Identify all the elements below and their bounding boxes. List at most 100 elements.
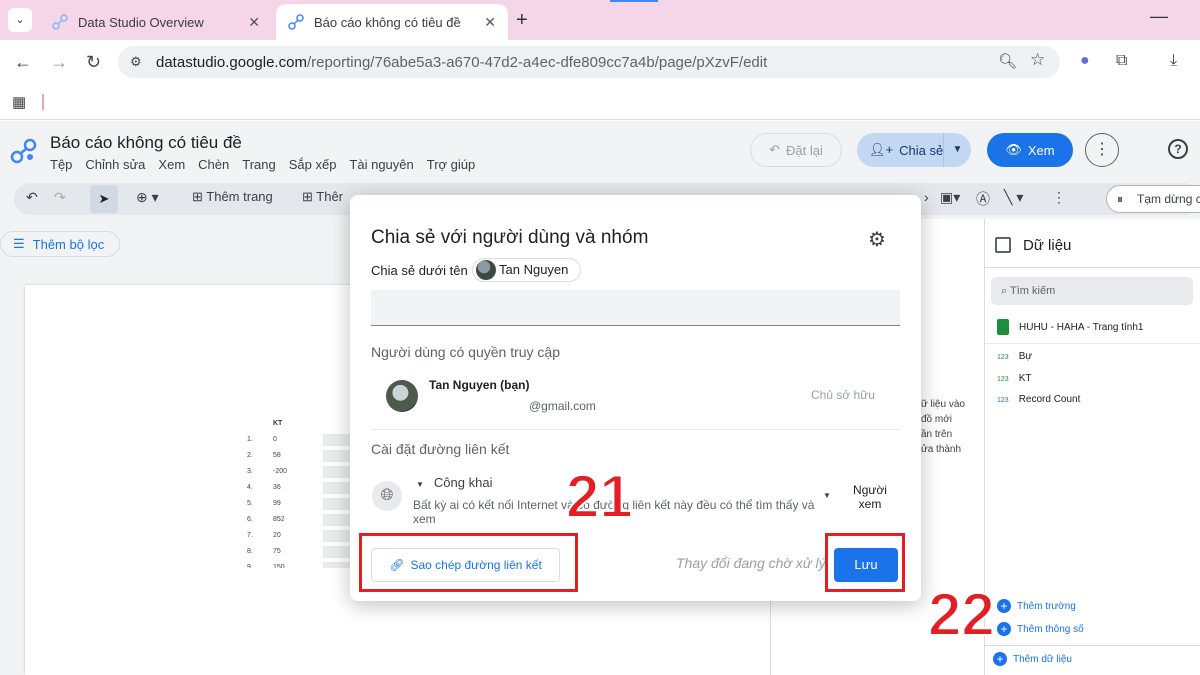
- extensions-puzzle-icon[interactable]: ⧉: [1116, 52, 1127, 70]
- data-panel-title: Dữ liệu: [1023, 237, 1072, 254]
- url-text[interactable]: datastudio.google.com/reporting/76abe5a3…: [156, 54, 767, 71]
- reload-icon[interactable]: ↻: [86, 52, 101, 73]
- extension-icon[interactable]: ●: [1080, 52, 1090, 70]
- data-source-item[interactable]: HUHU - HAHA - Trang tính1: [997, 319, 1143, 335]
- field-item[interactable]: 123 Bự: [997, 351, 1032, 362]
- zoom-icon[interactable]: 🔍︎: [998, 52, 1017, 70]
- chevron-down-icon[interactable]: ▼: [823, 491, 831, 500]
- link-settings-heading: Cài đặt đường liên kết: [371, 441, 510, 457]
- plus-icon: +: [997, 622, 1011, 636]
- menu-view[interactable]: Xem: [158, 157, 185, 172]
- add-field-button[interactable]: + Thêm trường: [997, 599, 1076, 613]
- text-tool-icon[interactable]: Ⓐ: [976, 189, 990, 209]
- tab-search-button[interactable]: ⌄: [8, 8, 32, 32]
- menu-file[interactable]: Tệp: [50, 157, 72, 172]
- filter-icon: ☰: [13, 236, 25, 251]
- highlight-save: [825, 533, 905, 592]
- share-button[interactable]: 👤︎+ Chia sẻ ▼: [857, 133, 971, 167]
- help-icon[interactable]: ?: [1168, 139, 1188, 159]
- forward-icon[interactable]: →: [50, 52, 68, 73]
- line-tool-icon[interactable]: ╲ ▾: [1004, 189, 1023, 206]
- minimize-button[interactable]: —: [1150, 6, 1168, 27]
- tab-report[interactable]: Báo cáo không có tiêu đề ✕: [276, 4, 508, 40]
- avatar: [386, 380, 418, 412]
- bookmark-star-icon[interactable]: ☆: [1030, 50, 1045, 70]
- data-studio-logo-icon: [10, 138, 37, 164]
- plus-icon: +: [997, 599, 1011, 613]
- site-info-icon[interactable]: ⚙: [130, 54, 142, 70]
- chevron-right-icon[interactable]: ›: [924, 189, 929, 205]
- download-icon[interactable]: ⤓: [1170, 52, 1177, 70]
- omnibox[interactable]: ⚙ datastudio.google.com/reporting/76abe5…: [118, 46, 1060, 78]
- tab-accent-line: [610, 0, 658, 2]
- bookmarks-bar: ▦: [0, 84, 1200, 120]
- select-tool-icon[interactable]: ➤: [90, 185, 118, 213]
- pause-updates-button[interactable]: ⏸ Tạm dừng c: [1106, 185, 1200, 213]
- link-access-dropdown[interactable]: ▼ Công khai: [416, 475, 492, 490]
- access-heading: Người dùng có quyền truy cập: [371, 344, 560, 360]
- gear-icon[interactable]: ⚙: [868, 227, 886, 252]
- table-header: KT: [273, 420, 283, 427]
- menu-edit[interactable]: Chỉnh sửa: [85, 157, 145, 172]
- tab-data-studio-overview[interactable]: Data Studio Overview ✕: [40, 4, 272, 40]
- menu-bar: Tệp Chỉnh sửa Xem Chèn Trang Sắp xếp Tài…: [50, 157, 475, 172]
- redo-icon[interactable]: ↷: [54, 189, 66, 206]
- add-data-button[interactable]: + Thêm dữ liệu: [993, 652, 1072, 666]
- menu-help[interactable]: Trợ giúp: [427, 157, 476, 172]
- data-panel-icon: [995, 237, 1011, 253]
- dialog-title: Chia sẻ với người dùng và nhóm: [371, 227, 649, 248]
- close-icon[interactable]: ✕: [484, 14, 496, 31]
- tab-label: Báo cáo không có tiêu đề: [314, 14, 461, 30]
- undo-icon[interactable]: ↶: [26, 189, 38, 206]
- user-email: @gmail.com: [529, 399, 596, 413]
- tab-label: Data Studio Overview: [78, 14, 204, 30]
- data-studio-icon: [288, 14, 304, 30]
- data-studio-icon: [52, 14, 68, 30]
- add-people-input[interactable]: [371, 290, 900, 326]
- menu-resource[interactable]: Tài nguyên: [349, 157, 413, 172]
- data-panel: Dữ liệu ⌕ Tìm kiếm HUHU - HAHA - Trang t…: [984, 219, 1200, 675]
- new-tab-button[interactable]: +: [516, 8, 528, 32]
- properties-hint-text: ữ liệu vào đồ mới ần trên ửa thành: [921, 399, 965, 455]
- field-item[interactable]: 123 KT: [997, 373, 1031, 384]
- menu-page[interactable]: Trang: [242, 157, 275, 172]
- field-search-input[interactable]: ⌕ Tìm kiếm: [991, 277, 1193, 305]
- apps-grid-icon[interactable]: ▦: [12, 93, 26, 111]
- share-as-chip[interactable]: Tan Nguyen: [472, 258, 582, 282]
- pending-changes-text: Thay đổi đang chờ xử lý: [676, 555, 826, 571]
- link-role-dropdown[interactable]: Người xem: [848, 483, 892, 511]
- plus-icon: +: [993, 652, 1007, 666]
- chevron-down-icon: ▼: [416, 480, 424, 489]
- add-parameter-button[interactable]: + Thêm thông số: [997, 622, 1084, 636]
- globe-icon: 🌐︎: [372, 481, 402, 511]
- highlight-copy-link: [359, 533, 578, 592]
- user-role: Chủ sở hữu: [811, 388, 875, 402]
- pause-icon: ⏸: [1117, 192, 1124, 206]
- share-as-label: Chia sẻ dưới tên: [371, 263, 468, 278]
- undo-icon: ↶: [769, 142, 781, 157]
- search-icon: ⌕: [1001, 285, 1011, 297]
- share-dropdown-icon[interactable]: ▼: [943, 133, 971, 167]
- back-icon[interactable]: ←: [14, 52, 32, 73]
- menu-insert[interactable]: Chèn: [198, 157, 229, 172]
- reset-button[interactable]: ↶ Đặt lại: [750, 133, 842, 167]
- user-name: Tan Nguyen (bạn): [429, 378, 530, 392]
- zoom-tool-icon[interactable]: ⊕ ▾: [136, 189, 159, 206]
- more-options-icon[interactable]: ⋮: [1085, 133, 1119, 167]
- add-page-button[interactable]: ⊞ Thêm trang: [192, 189, 273, 205]
- report-title[interactable]: Báo cáo không có tiêu đề: [50, 133, 242, 153]
- add-filter-button[interactable]: ☰ Thêm bộ lọc: [0, 231, 120, 257]
- add-chart-button[interactable]: ⊞ Thêr: [302, 189, 343, 205]
- view-button[interactable]: 👁︎ Xem: [987, 133, 1073, 167]
- menu-arrange[interactable]: Sắp xếp: [289, 157, 337, 172]
- field-item[interactable]: 123 Record Count: [997, 394, 1080, 405]
- step-number-22: 22: [927, 581, 996, 648]
- close-icon[interactable]: ✕: [248, 14, 260, 31]
- bookmark-divider: [42, 94, 44, 110]
- more-tools-icon[interactable]: ⋮: [1052, 189, 1066, 206]
- image-tool-icon[interactable]: ▣▾: [940, 189, 960, 206]
- browser-tabbar: ⌄ Data Studio Overview ✕ Báo cáo không c…: [0, 0, 1200, 40]
- avatar: [476, 260, 496, 280]
- sheets-icon: [997, 319, 1009, 335]
- eye-icon: 👁︎: [1005, 142, 1022, 157]
